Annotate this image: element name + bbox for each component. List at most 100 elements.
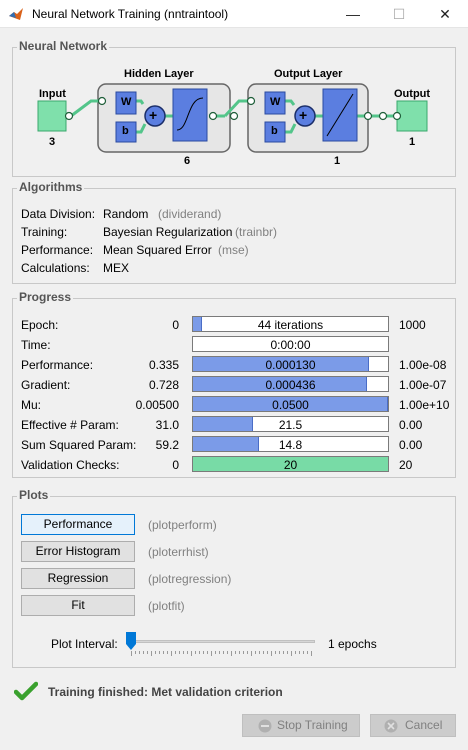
progress-time-value: 0:00:00 xyxy=(270,338,311,352)
status-message: Training finished: Met validation criter… xyxy=(48,685,283,699)
progress-mu-value: 0.0500 xyxy=(272,398,309,412)
output-w-label: W xyxy=(270,96,281,108)
plot-performance-button[interactable]: Performance xyxy=(21,514,135,535)
alg-label-data-division: Data Division: xyxy=(21,207,96,221)
output-b-label: b xyxy=(271,125,278,137)
progress-mu-max: 1.00e+10 xyxy=(399,398,450,412)
maximize-button[interactable]: ☐ xyxy=(376,0,422,28)
plot-interval-value: 1 epochs xyxy=(328,637,377,651)
plot-interval-slider-thumb[interactable] xyxy=(126,632,136,650)
progress-epoch-min: 0 xyxy=(172,318,179,332)
hidden-b-label: b xyxy=(122,125,129,137)
cancel-button[interactable]: Cancel xyxy=(370,714,456,737)
alg-value-performance: Mean Squared Error xyxy=(103,243,212,257)
alg-value-calculations: MEX xyxy=(103,261,130,275)
hidden-layer-label: Hidden Layer xyxy=(124,68,194,80)
hidden-plus: + xyxy=(149,107,158,123)
output-layer-label: Output Layer xyxy=(274,68,343,80)
output-label: Output xyxy=(394,88,431,100)
progress-validation-checks-max: 20 xyxy=(399,458,413,472)
stop-training-label: Stop Training xyxy=(277,718,348,732)
output-size: 1 xyxy=(409,136,416,148)
progress-epoch-value: 44 iterations xyxy=(257,318,324,332)
output-block xyxy=(396,100,428,132)
minimize-button[interactable]: — xyxy=(330,0,376,28)
alg-value-data-division: Random xyxy=(103,207,149,221)
progress-epoch-max: 1000 xyxy=(399,318,426,332)
plot-interval-label: Plot Interval: xyxy=(51,637,118,651)
progress-gradient-min: 0.728 xyxy=(148,378,179,392)
stop-training-button[interactable]: Stop Training xyxy=(242,714,360,737)
plot-regression-button[interactable]: Regression xyxy=(21,568,135,589)
progress-gradient-bar: 0.000436 xyxy=(192,376,389,392)
output-layer-size: 1 xyxy=(334,155,341,167)
hidden-transfer-block xyxy=(172,88,208,142)
input-size: 3 xyxy=(49,136,56,148)
network-diagram xyxy=(37,83,428,153)
progress-performance-max: 1.00e-08 xyxy=(399,358,447,372)
hidden-layer-size: 6 xyxy=(184,155,191,167)
progress-time-bar: 0:00:00 xyxy=(192,336,389,352)
progress-effective-param-bar: 21.5 xyxy=(192,416,389,432)
checkmark-icon xyxy=(14,681,38,701)
plot-error-histogram-button[interactable]: Error Histogram xyxy=(21,541,135,562)
progress-performance-value: 0.000130 xyxy=(265,358,316,372)
cancel-icon xyxy=(384,719,398,733)
neural-network-panel: Neural Network Input 3 Hidden Layer 6 Ou… xyxy=(12,39,456,177)
progress-gradient-label: Gradient: xyxy=(21,378,71,392)
plot-interval-ticks xyxy=(131,651,312,656)
progress-effective-param-min: 31.0 xyxy=(155,418,179,432)
progress-effective-param-label: Effective # Param: xyxy=(21,418,119,432)
stop-icon xyxy=(258,719,272,733)
algorithms-panel: Algorithms Data Division: Random (divide… xyxy=(12,180,456,284)
progress-time-label: Time: xyxy=(21,338,51,352)
progress-mu-label: Mu: xyxy=(21,398,42,412)
plot-error-histogram-cmd: (ploterrhist) xyxy=(148,545,209,559)
alg-fn-performance: (mse) xyxy=(218,243,249,257)
progress-panel: Progress Epoch: 0 44 iterations 1000 Time: 0:… xyxy=(12,290,456,478)
progress-sum-squared-param-bar: 14.8 xyxy=(192,436,389,452)
output-plus: + xyxy=(299,107,308,123)
progress-effective-param-max: 0.00 xyxy=(399,418,423,432)
title-bar: Neural Network Training (nntraintool) — … xyxy=(0,0,468,28)
progress-sum-squared-param-value: 14.8 xyxy=(278,438,303,452)
progress-performance-bar: 0.000130 xyxy=(192,356,389,372)
plot-fit-cmd: (plotfit) xyxy=(148,599,185,613)
progress-title: Progress xyxy=(17,290,74,304)
matlab-logo-icon xyxy=(9,8,23,20)
plot-fit-button[interactable]: Fit xyxy=(21,595,135,616)
progress-validation-checks-min: 0 xyxy=(172,458,179,472)
plot-performance-cmd: (plotperform) xyxy=(148,518,217,532)
progress-sum-squared-param-min: 59.2 xyxy=(155,438,179,452)
alg-value-training: Bayesian Regularization xyxy=(103,225,233,239)
progress-gradient-value: 0.000436 xyxy=(265,378,316,392)
plot-regression-cmd: (plotregression) xyxy=(148,572,232,586)
progress-mu-bar: 0.0500 xyxy=(192,396,389,412)
close-button[interactable]: ✕ xyxy=(422,0,468,28)
progress-validation-checks-bar: 20 xyxy=(192,456,389,472)
progress-effective-param-value: 21.5 xyxy=(278,418,303,432)
progress-gradient-max: 1.00e-07 xyxy=(399,378,447,392)
progress-mu-min: 0.00500 xyxy=(135,398,179,412)
input-block xyxy=(37,100,67,132)
algorithms-title: Algorithms xyxy=(17,180,85,194)
progress-performance-min: 0.335 xyxy=(148,358,179,372)
input-label: Input xyxy=(39,88,66,100)
progress-validation-checks-label: Validation Checks: xyxy=(21,458,120,472)
progress-performance-label: Performance: xyxy=(21,358,94,372)
progress-epoch-bar: 44 iterations xyxy=(192,316,389,332)
alg-label-calculations: Calculations: xyxy=(21,261,90,275)
plots-panel: Plots Performance (plotperform) Error Hi… xyxy=(12,488,456,668)
plots-title: Plots xyxy=(17,488,51,502)
plot-interval-track[interactable] xyxy=(131,640,315,643)
progress-sum-squared-param-label: Sum Squared Param: xyxy=(21,438,137,452)
hidden-w-label: W xyxy=(121,96,132,108)
cancel-label: Cancel xyxy=(405,718,443,732)
progress-epoch-label: Epoch: xyxy=(21,318,59,332)
alg-fn-training: (trainbr) xyxy=(235,225,278,239)
window-title: Neural Network Training (nntraintool) xyxy=(32,7,229,21)
alg-label-training: Training: xyxy=(21,225,68,239)
alg-label-performance: Performance: xyxy=(21,243,94,257)
alg-fn-data-division: (dividerand) xyxy=(158,207,222,221)
progress-validation-checks-value: 20 xyxy=(283,458,298,472)
